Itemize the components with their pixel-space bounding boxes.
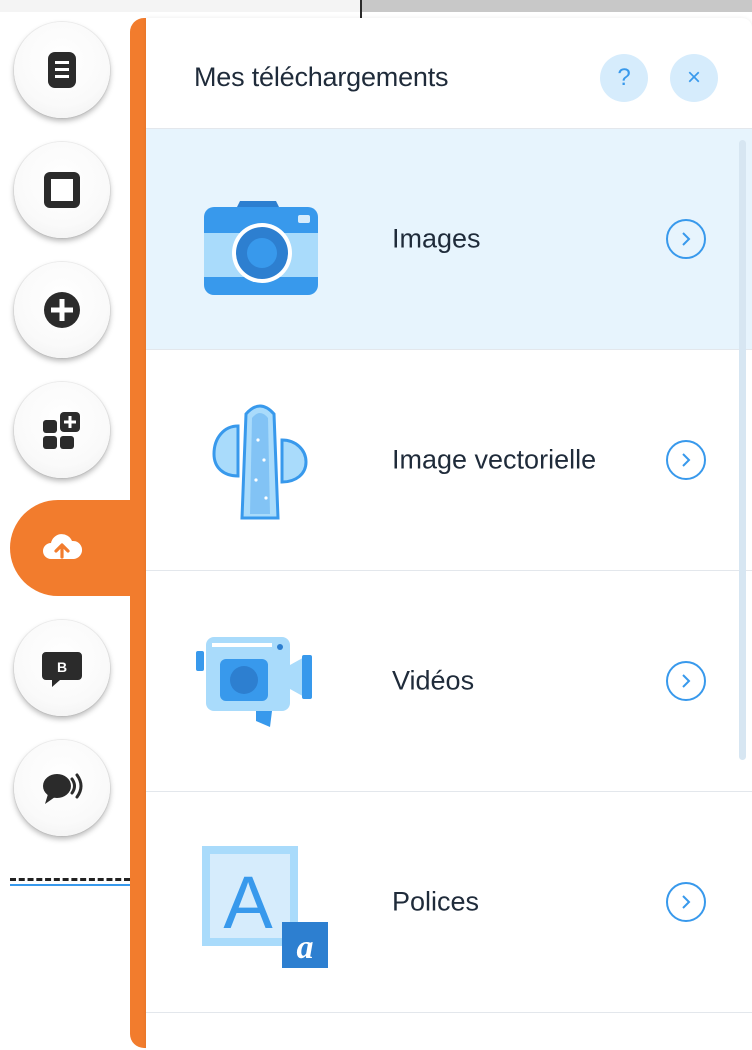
blog-button[interactable]: B bbox=[14, 620, 110, 716]
chat-button[interactable] bbox=[14, 740, 110, 836]
upload-item-label: Image vectorielle bbox=[392, 444, 597, 475]
chevron-right-icon[interactable] bbox=[666, 440, 706, 480]
scrollbar[interactable] bbox=[739, 140, 746, 760]
svg-text:B: B bbox=[57, 659, 67, 675]
blog-icon: B bbox=[42, 652, 82, 687]
panel-title: Mes téléchargements bbox=[194, 62, 449, 92]
chevron-right-icon[interactable] bbox=[666, 882, 706, 922]
font-icon: A a bbox=[202, 846, 328, 968]
app-market-icon bbox=[43, 412, 80, 449]
upload-icon bbox=[43, 534, 83, 559]
cactus-icon bbox=[212, 404, 308, 520]
chevron-right-icon[interactable] bbox=[666, 219, 706, 259]
upload-button[interactable] bbox=[14, 500, 110, 596]
chat-icon bbox=[43, 773, 83, 804]
guide-line bbox=[10, 884, 130, 886]
help-button[interactable]: ? bbox=[600, 54, 648, 102]
video-camera-icon bbox=[196, 637, 312, 727]
panel-header: Mes téléchargements ? × bbox=[146, 18, 752, 129]
app-market-button[interactable] bbox=[14, 382, 110, 478]
add-button[interactable] bbox=[14, 262, 110, 358]
camera-icon bbox=[204, 201, 318, 295]
svg-text:A: A bbox=[223, 861, 273, 944]
upload-item-videos[interactable]: Vidéos bbox=[146, 571, 752, 792]
close-button[interactable]: × bbox=[670, 54, 718, 102]
background-button[interactable] bbox=[14, 142, 110, 238]
top-bar-left bbox=[0, 0, 360, 12]
upload-item-label: Vidéos bbox=[392, 665, 475, 696]
upload-item-images[interactable]: Images bbox=[146, 129, 752, 350]
pages-button[interactable] bbox=[14, 22, 110, 118]
upload-item-label: Polices bbox=[392, 886, 480, 917]
top-bar-right bbox=[362, 0, 752, 12]
upload-item-vector[interactable]: Image vectorielle bbox=[146, 350, 752, 571]
upload-item-fonts[interactable]: A a Polices bbox=[146, 792, 752, 1013]
dashed-guide-line bbox=[10, 878, 130, 881]
chevron-right-icon[interactable] bbox=[666, 661, 706, 701]
add-icon bbox=[44, 292, 80, 328]
uploads-panel: Mes téléchargements ? × Images Image vec… bbox=[146, 18, 752, 1050]
svg-text:a: a bbox=[297, 929, 314, 966]
pages-icon bbox=[48, 52, 76, 88]
upload-item-label: Images bbox=[392, 223, 481, 254]
background-icon bbox=[44, 172, 80, 208]
